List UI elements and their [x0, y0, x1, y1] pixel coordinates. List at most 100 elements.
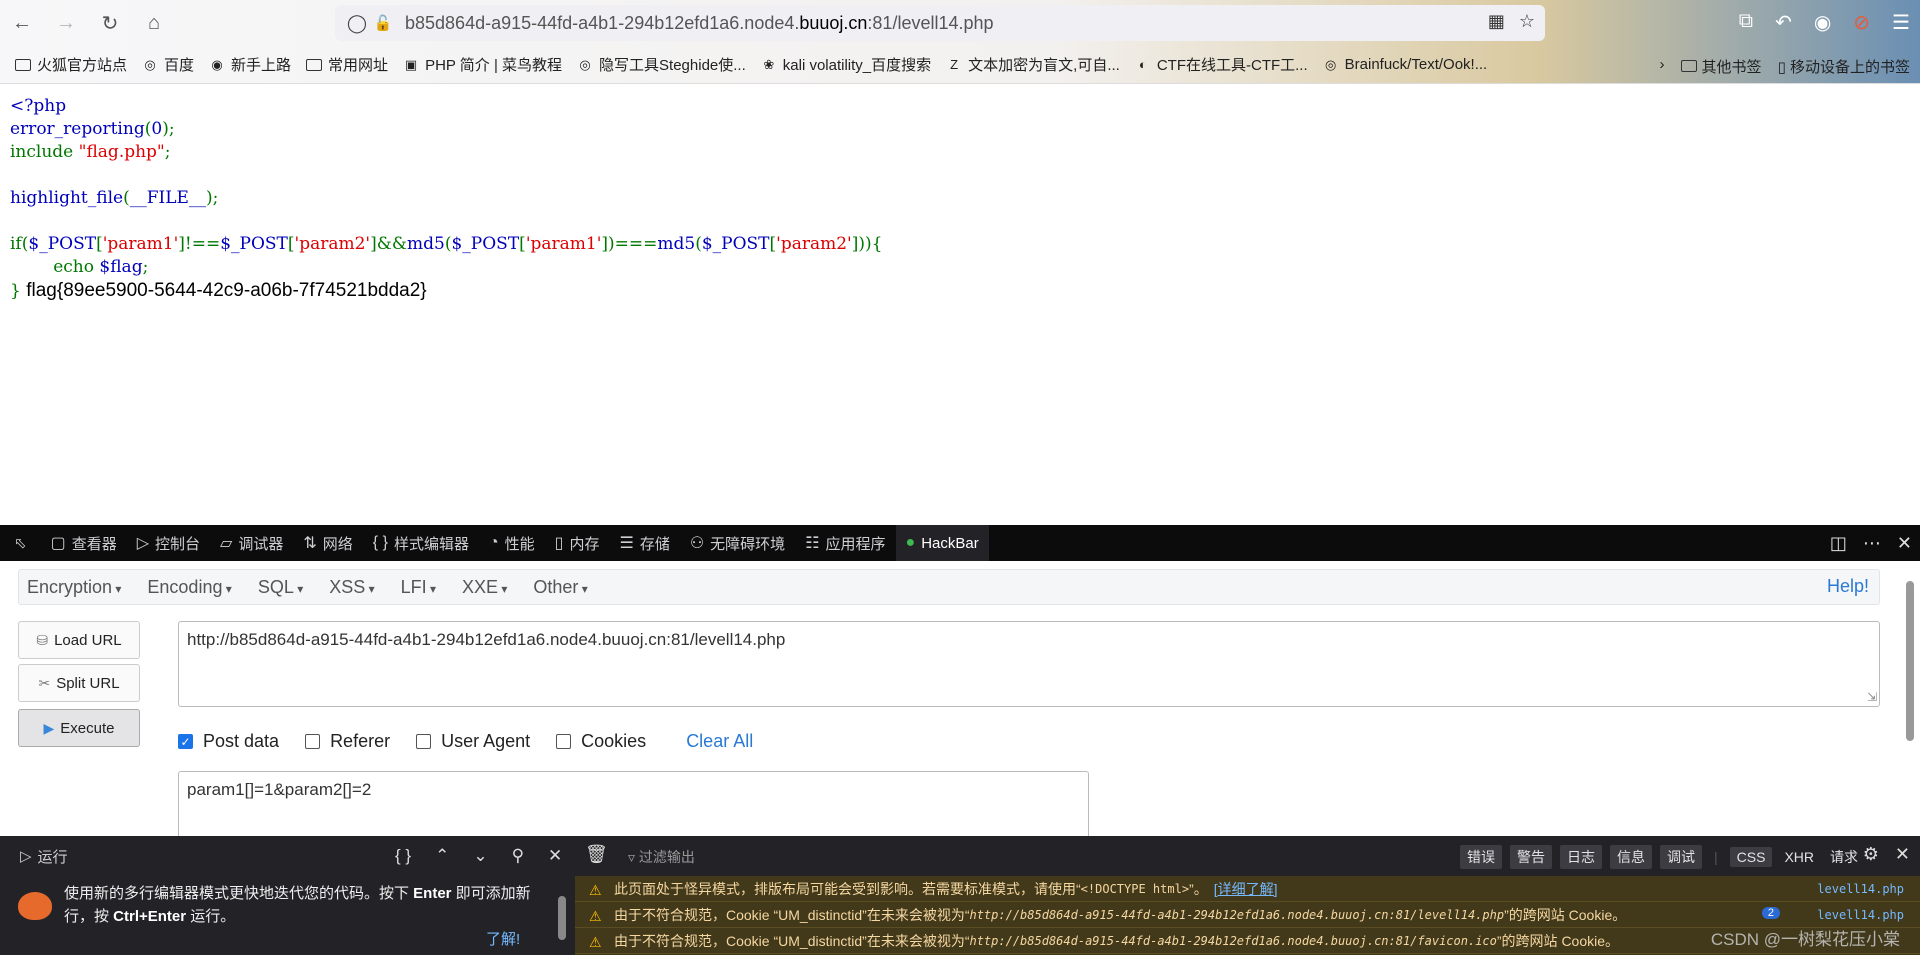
user-agent-toggle[interactable]: User Agent [416, 731, 530, 752]
devtools-tab[interactable]: ☷ 应用程序 [795, 525, 895, 561]
bookmark-item[interactable]: ◎ Brainfuck/Text/Ook!... [1322, 56, 1487, 73]
code-line: <?php [10, 96, 67, 116]
undo-icon[interactable]: ↶ [1775, 10, 1792, 35]
devtools-tab[interactable]: { } 样式编辑器 [363, 525, 479, 561]
referer-checkbox[interactable] [305, 734, 321, 749]
address-bar[interactable]: ◯ 🔓 b85d864d-a915-44fd-a4b1-294b12efd1a6… [335, 5, 1545, 41]
log-source-link[interactable]: levell14.php [1817, 908, 1904, 922]
blocker-icon[interactable]: ⊘ [1853, 10, 1870, 35]
bookmark-item[interactable]: 火狐官方站点 [14, 54, 127, 75]
menu-xxe[interactable]: XXE [462, 577, 507, 598]
devtools-tab[interactable]: ▢ 查看器 [41, 525, 127, 561]
trash-icon[interactable]: 🗑 [585, 844, 608, 865]
bookmark-item[interactable]: ◉ 新手上路 [208, 54, 291, 75]
home-icon[interactable]: ⌂ [132, 0, 176, 46]
forward-arrow-icon[interactable]: → [44, 0, 88, 46]
bookmark-item[interactable]: ◐ CTF在线工具-CTF工... [1134, 54, 1308, 75]
user-agent-checkbox[interactable] [416, 734, 432, 749]
devtools-tab[interactable]: ● HackBar [895, 525, 989, 561]
bookmark-star-icon[interactable]: ☆ [1519, 11, 1535, 32]
mobile-bookmarks[interactable]: ▯ 移动设备上的书签 [1778, 56, 1910, 77]
element-picker-icon[interactable]: ⬁ [0, 525, 41, 561]
code-token: error_reporting [10, 119, 145, 139]
close-console-icon[interactable]: ✕ [1895, 844, 1910, 865]
devtools-tab-label: 样式编辑器 [393, 535, 469, 553]
notice-scrollbar[interactable] [558, 896, 566, 940]
close-devtools-icon[interactable]: ✕ [1897, 533, 1912, 554]
bookmark-item[interactable]: ◎ 隐写工具Steghide使... [576, 54, 745, 75]
devtools-tab[interactable]: ⚇ 无障碍环境 [680, 525, 795, 561]
cookies-toggle[interactable]: Cookies [556, 731, 646, 752]
menu-sql[interactable]: SQL [258, 577, 303, 598]
filter-requests[interactable]: 请求 [1826, 847, 1862, 867]
bookmark-item[interactable]: ❀ kali volatility_百度搜索 [760, 54, 931, 75]
devtools-tab[interactable]: ▷ 控制台 [127, 525, 210, 561]
devtools-tab[interactable]: ▯ 内存 [545, 525, 610, 561]
learn-more-link[interactable]: [详细了解] [1214, 879, 1278, 899]
level-errors[interactable]: 错误 [1460, 845, 1502, 869]
code-token: [ [287, 234, 295, 254]
resize-grip-icon[interactable]: ⇲ [1867, 690, 1877, 704]
menu-other[interactable]: Other [533, 577, 587, 598]
bookmark-item[interactable]: Z 文本加密为盲文,可自... [945, 54, 1120, 75]
post-data-value: param1[]=1&param2[]=2 [187, 780, 372, 799]
level-logs[interactable]: 日志 [1560, 845, 1602, 869]
level-warnings[interactable]: 警告 [1510, 845, 1552, 869]
reload-icon[interactable]: ↻ [88, 0, 132, 46]
menu-encryption[interactable]: Encryption [27, 577, 121, 598]
filter-css[interactable]: CSS [1729, 847, 1773, 867]
load-url-button[interactable]: ⛁ Load URL [18, 621, 140, 659]
search-icon[interactable]: ⚲ [512, 846, 524, 866]
dock-icon[interactable]: ◫ [1830, 533, 1847, 554]
filter-output-input[interactable]: ▿ 过滤输出 [628, 847, 695, 867]
braces-icon[interactable]: { } [395, 846, 411, 866]
extension-icon[interactable]: ⧉ [1739, 10, 1753, 35]
menu-icon[interactable]: ☰ [1892, 10, 1910, 35]
run-button[interactable]: ▷ 运行 [20, 846, 68, 867]
cookies-checkbox[interactable] [556, 734, 572, 749]
level-debug[interactable]: 调试 [1660, 845, 1702, 869]
devtools-tab[interactable]: ☰ 存储 [609, 525, 679, 561]
log-text-post: ”的跨网站 Cookie。 [1496, 932, 1620, 949]
menu-xss[interactable]: XSS [329, 577, 374, 598]
execute-button[interactable]: ▶ Execute [18, 709, 140, 747]
chevron-right-icon[interactable]: › [1660, 56, 1665, 77]
help-link[interactable]: Help! [1827, 576, 1869, 597]
other-bookmarks[interactable]: 其他书签 [1680, 56, 1762, 77]
menu-encoding[interactable]: Encoding [147, 577, 231, 598]
bookmark-item[interactable]: ▣ PHP 简介 | 菜鸟教程 [402, 54, 562, 75]
level-info[interactable]: 信息 [1610, 845, 1652, 869]
menu-lfi[interactable]: LFI [401, 577, 436, 598]
referer-toggle[interactable]: Referer [305, 731, 390, 752]
devtools-tab[interactable]: ▱ 调试器 [210, 525, 293, 561]
code-line: highlight_file(__FILE__); [10, 187, 1920, 210]
post-data-textarea[interactable]: param1[]=1&param2[]=2 [178, 771, 1089, 836]
chevron-down-icon[interactable]: ⌄ [473, 846, 487, 866]
url-textarea[interactable]: http://b85d864d-a915-44fd-a4b1-294b12efd… [178, 621, 1880, 707]
devtools-tab-label: HackBar [921, 534, 979, 552]
hackbar-scrollbar[interactable] [1906, 581, 1914, 741]
devtools-tab[interactable]: ⇅ 网络 [293, 525, 362, 561]
post-data-checkbox[interactable]: ✓ [178, 734, 193, 749]
bookmark-item[interactable]: 常用网址 [305, 54, 388, 75]
chevron-up-icon[interactable]: ⌃ [435, 846, 449, 866]
learn-more-link[interactable]: 了解! [486, 928, 520, 949]
shield-icon[interactable]: ◯ [345, 13, 369, 34]
more-options-icon[interactable]: ⋯ [1863, 533, 1881, 554]
url-text[interactable]: b85d864d-a915-44fd-a4b1-294b12efd1a6.nod… [405, 13, 994, 34]
devtools-tabbar: ⬁ ▢ 查看器 ▷ 控制台 ▱ 调试器 ⇅ 网络 { } 样式编辑器 ◔ 性能 ▯ 内存 ☰ 存储 ⚇ 无障碍环境… [0, 525, 1920, 561]
clear-all-link[interactable]: Clear All [686, 731, 753, 752]
post-data-toggle[interactable]: ✓ Post data [178, 731, 279, 752]
insecure-lock-icon[interactable]: 🔓 [369, 14, 397, 32]
gear-icon[interactable]: ⚙ [1863, 844, 1879, 865]
qr-code-icon[interactable]: ▦ [1488, 11, 1505, 32]
back-arrow-icon[interactable]: ← [0, 0, 44, 46]
bookmark-item[interactable]: ◎ 百度 [141, 54, 194, 75]
url-host-prefix: b85d864d-a915-44fd-a4b1-294b12efd1a6.nod… [405, 12, 800, 33]
filter-xhr[interactable]: XHR [1780, 849, 1818, 865]
mask-icon[interactable]: ◉ [1814, 10, 1831, 35]
devtools-tab[interactable]: ◔ 性能 [479, 525, 545, 561]
log-source-link[interactable]: levell14.php [1817, 882, 1904, 896]
split-url-button[interactable]: ✂ Split URL [18, 664, 140, 702]
close-editor-icon[interactable]: ✕ [548, 846, 562, 866]
